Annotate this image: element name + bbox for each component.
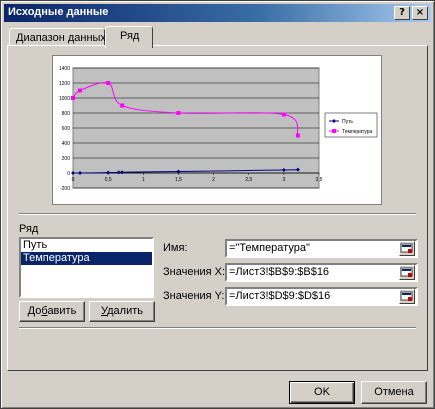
collapse-dialog-icon — [400, 291, 413, 301]
legend-label: Температура — [342, 129, 373, 135]
series-listbox[interactable]: Путь Температура — [19, 237, 154, 298]
legend-marker — [332, 129, 336, 133]
add-button-suffix: авить — [47, 305, 77, 317]
y-tick-label: 600 — [62, 126, 71, 132]
data-point — [295, 133, 300, 138]
data-point — [78, 88, 83, 93]
legend-label: Путь — [342, 119, 353, 125]
x-tick-label: 1,5 — [175, 177, 182, 183]
help-button[interactable]: ? — [394, 6, 410, 20]
chart-preview: 1400 1200 1000 800 600 400 200 0 -200 0 0,5 1 1,5 2 2,… — [52, 55, 382, 205]
y-tick-label: 1200 — [59, 81, 70, 87]
data-point — [106, 81, 111, 85]
x-values-field[interactable]: =Лист3!$B$9:$B$16 — [225, 263, 418, 282]
name-field[interactable]: ="Температура" — [225, 239, 418, 258]
chart-svg: 1400120010008006004002000-2000 0,5 1 1,5 2 2,… — [59, 66, 378, 192]
x-tick-label: 2 — [212, 177, 215, 183]
series-list-item-temperature[interactable]: Температура — [21, 252, 152, 265]
x-tick-label: 2,5 — [245, 177, 252, 183]
x-tick-label: 1 — [142, 177, 145, 183]
data-point — [71, 96, 75, 100]
source-data-dialog: Исходные данные ? × Диапазон данных Ряд … — [0, 0, 435, 409]
add-button-prefix: До — [27, 305, 42, 317]
data-point — [120, 103, 125, 108]
collapse-dialog-icon — [400, 267, 413, 277]
add-series-button[interactable]: Добавить — [19, 301, 85, 322]
cancel-button[interactable]: Отмена — [361, 381, 427, 404]
y-tick-label: -200 — [60, 186, 70, 192]
y-tick-label: 200 — [62, 156, 71, 162]
delete-series-button[interactable]: Удалить — [89, 301, 155, 322]
dialog-title: Исходные данные — [8, 6, 109, 18]
separator-bottom — [19, 327, 416, 329]
x-values-label: Значения X: — [163, 266, 226, 278]
y-tick-label: 800 — [62, 111, 71, 117]
delete-button-suffix: далить — [107, 305, 143, 317]
collapse-dialog-icon — [400, 243, 413, 253]
ok-button[interactable]: OK — [289, 381, 355, 404]
title-bar[interactable]: Исходные данные ? × — [4, 4, 431, 22]
data-point — [281, 112, 286, 117]
legend-marker — [332, 119, 336, 123]
tab-series[interactable]: Ряд — [105, 26, 153, 48]
name-label: Имя: — [163, 242, 188, 254]
name-collapse-button[interactable] — [399, 241, 415, 256]
data-point — [176, 111, 181, 115]
series-list-item-path[interactable]: Путь — [21, 239, 152, 252]
x-tick-label: 3 — [282, 177, 285, 183]
x-tick-label: 3,5 — [316, 177, 323, 183]
y-tick-label: 1000 — [59, 96, 70, 102]
y-tick-label: 0 — [67, 171, 70, 177]
close-button[interactable]: × — [412, 6, 428, 20]
series-group-label: Ряд — [19, 223, 39, 235]
x-tick-label: 0 — [72, 177, 75, 183]
y-values-field[interactable]: =Лист3!$D$9:$D$16 — [225, 287, 418, 306]
y-tick-label: 1400 — [59, 66, 70, 72]
y-tick-label: 400 — [62, 141, 71, 147]
x-values-collapse-button[interactable] — [399, 265, 415, 280]
x-tick-label: 0,5 — [105, 177, 112, 183]
separator-top — [19, 213, 416, 215]
y-values-label: Значения Y: — [163, 290, 225, 302]
y-values-collapse-button[interactable] — [399, 289, 415, 304]
